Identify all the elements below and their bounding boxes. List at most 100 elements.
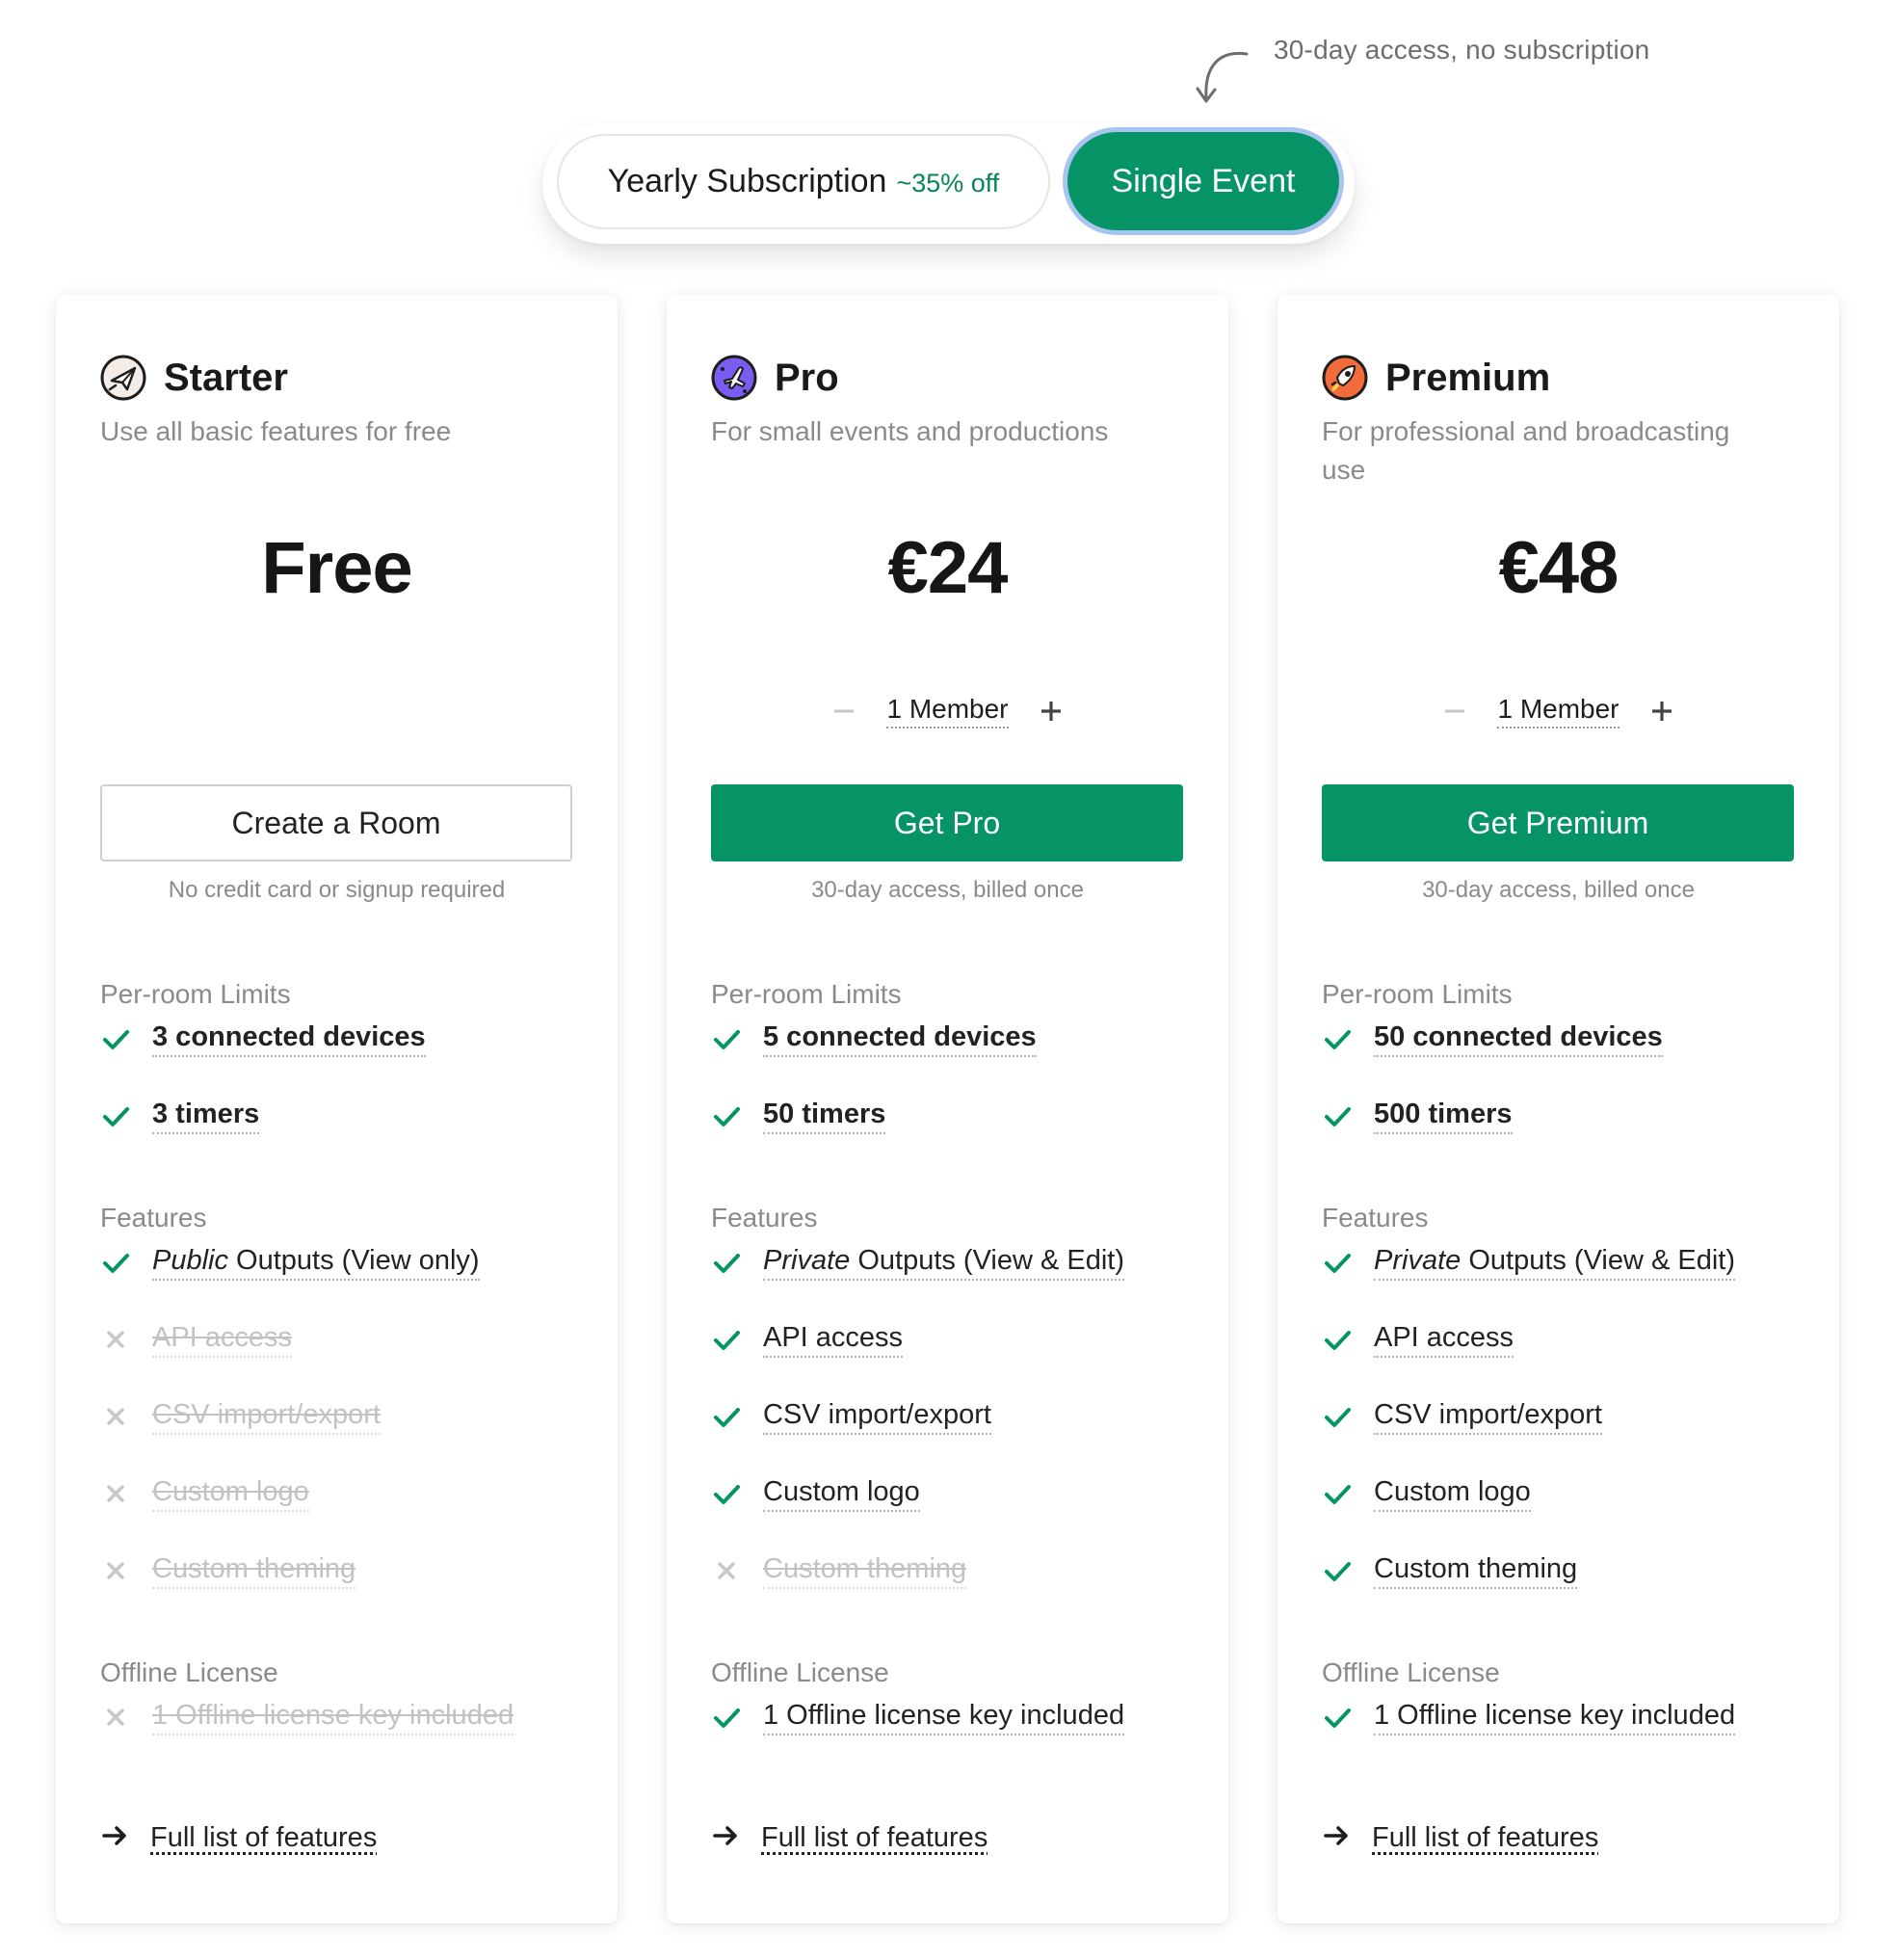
plan-header: Premium [1322, 355, 1550, 401]
single-event-label: Single Event [1067, 132, 1339, 230]
full-features-link[interactable]: Full list of features [711, 1821, 988, 1855]
feature-label[interactable]: Custom theming [152, 1552, 356, 1589]
member-count[interactable]: 1 Member [1497, 694, 1620, 728]
plan-card-pro: Pro For small events and productions €24… [667, 295, 1228, 1923]
feature-label[interactable]: Custom logo [1374, 1475, 1531, 1512]
feature-item: Custom theming [711, 1551, 967, 1590]
member-stepper: 1 Member [1277, 694, 1839, 728]
feature-label[interactable]: Custom theming [763, 1552, 967, 1589]
feature-text: Outputs (View & Edit) [1461, 1245, 1736, 1276]
x-icon [100, 1478, 131, 1509]
plan-header: Starter [100, 355, 288, 401]
plan-description: Use all basic features for free [100, 416, 452, 446]
discount-badge: ~35% off [896, 169, 1000, 198]
decrement-button[interactable] [1439, 696, 1470, 727]
offline-item: 1 Offline license key included [711, 1698, 1125, 1736]
feature-text: Outputs (View only) [228, 1245, 480, 1276]
x-icon [100, 1401, 131, 1432]
full-features-link[interactable]: Full list of features [1322, 1821, 1598, 1855]
features-title: Features [100, 1203, 207, 1232]
plan-price: Free [261, 527, 413, 609]
full-features-link[interactable]: Full list of features [100, 1821, 377, 1855]
feature-prefix: Private [1374, 1245, 1462, 1276]
feature-label[interactable]: Private Outputs (View & Edit) [763, 1244, 1125, 1281]
features-title: Features [1322, 1203, 1429, 1232]
feature-item: Private Outputs (View & Edit) [711, 1243, 1125, 1282]
billing-toggle: Yearly Subscription ~35% off Single Even… [542, 123, 1355, 244]
get-premium-button[interactable]: Get Premium [1322, 784, 1794, 861]
feature-label[interactable]: API access [763, 1321, 904, 1358]
offline-title: Offline License [100, 1657, 278, 1687]
check-icon [711, 1702, 742, 1733]
x-icon [100, 1702, 131, 1733]
plan-price: €48 [1498, 527, 1620, 609]
limit-label[interactable]: 5 connected devices [763, 1020, 1037, 1057]
check-icon [100, 1023, 131, 1054]
limit-item: 3 connected devices [100, 1020, 426, 1058]
increment-button[interactable] [1646, 696, 1677, 727]
check-icon [711, 1401, 742, 1432]
plan-price: €24 [887, 527, 1009, 609]
feature-prefix: Public [152, 1245, 228, 1276]
plan-card-premium: Premium For professional and broadcastin… [1277, 295, 1839, 1923]
limits-title: Per-room Limits [100, 979, 291, 1009]
check-icon [1322, 1478, 1353, 1509]
cta-note: No credit card or signup required [168, 877, 506, 903]
single-event-option[interactable]: Single Event [1063, 127, 1344, 235]
check-icon [100, 1247, 131, 1278]
offline-label[interactable]: 1 Offline license key included [1374, 1699, 1736, 1735]
feature-label[interactable]: Custom logo [763, 1475, 920, 1512]
limit-label[interactable]: 3 timers [152, 1098, 260, 1134]
plan-name: Premium [1385, 356, 1551, 399]
feature-item: Private Outputs (View & Edit) [1322, 1243, 1736, 1282]
plan-name: Starter [164, 356, 288, 399]
check-icon [1322, 1247, 1353, 1278]
limit-label[interactable]: 50 connected devices [1374, 1020, 1663, 1057]
x-icon [711, 1555, 742, 1586]
full-features-label: Full list of features [1372, 1822, 1599, 1853]
feature-item: Custom logo [711, 1474, 920, 1513]
yearly-subscription-option[interactable]: Yearly Subscription ~35% off [557, 134, 1050, 229]
offline-title: Offline License [711, 1657, 889, 1687]
decrement-button[interactable] [829, 696, 859, 727]
limit-label[interactable]: 50 timers [763, 1098, 886, 1134]
feature-label[interactable]: API access [1374, 1321, 1514, 1358]
check-icon [711, 1023, 742, 1054]
feature-item: Custom theming [1322, 1551, 1578, 1590]
billing-hint: 30-day access, no subscription [1274, 35, 1650, 65]
arrow-right-icon [1322, 1821, 1351, 1855]
get-pro-button[interactable]: Get Pro [711, 784, 1183, 861]
offline-label[interactable]: 1 Offline license key included [763, 1699, 1125, 1735]
limit-label[interactable]: 500 timers [1374, 1098, 1513, 1134]
check-icon [1322, 1702, 1353, 1733]
check-icon [1322, 1100, 1353, 1131]
increment-button[interactable] [1036, 696, 1066, 727]
arrow-right-icon [711, 1821, 740, 1855]
create-room-button[interactable]: Create a Room [100, 784, 572, 861]
feature-label[interactable]: API access [152, 1321, 293, 1358]
feature-item: CSV import/export [711, 1397, 991, 1436]
check-icon [1322, 1401, 1353, 1432]
feature-item: API access [711, 1320, 904, 1359]
member-count[interactable]: 1 Member [886, 694, 1009, 728]
cta-note: 30-day access, billed once [811, 877, 1084, 903]
yearly-label: Yearly Subscription [607, 163, 887, 199]
feature-label[interactable]: Custom logo [152, 1475, 309, 1512]
check-icon [711, 1478, 742, 1509]
offline-label[interactable]: 1 Offline license key included [152, 1699, 514, 1735]
feature-text: Outputs (View & Edit) [850, 1245, 1125, 1276]
member-stepper: 1 Member [667, 694, 1228, 728]
plan-description: For small events and productions [711, 416, 1109, 446]
feature-label[interactable]: Public Outputs (View only) [152, 1244, 480, 1281]
plan-card-starter: Starter Use all basic features for free … [56, 295, 618, 1923]
paper-plane-icon [100, 355, 146, 401]
arrow-right-icon [100, 1821, 129, 1855]
feature-label[interactable]: CSV import/export [152, 1398, 381, 1435]
check-icon [711, 1247, 742, 1278]
feature-label[interactable]: Private Outputs (View & Edit) [1374, 1244, 1736, 1281]
feature-label[interactable]: CSV import/export [1374, 1398, 1602, 1435]
feature-label[interactable]: Custom theming [1374, 1552, 1578, 1589]
feature-label[interactable]: CSV import/export [763, 1398, 991, 1435]
limit-label[interactable]: 3 connected devices [152, 1020, 426, 1057]
airplane-icon [711, 355, 757, 401]
